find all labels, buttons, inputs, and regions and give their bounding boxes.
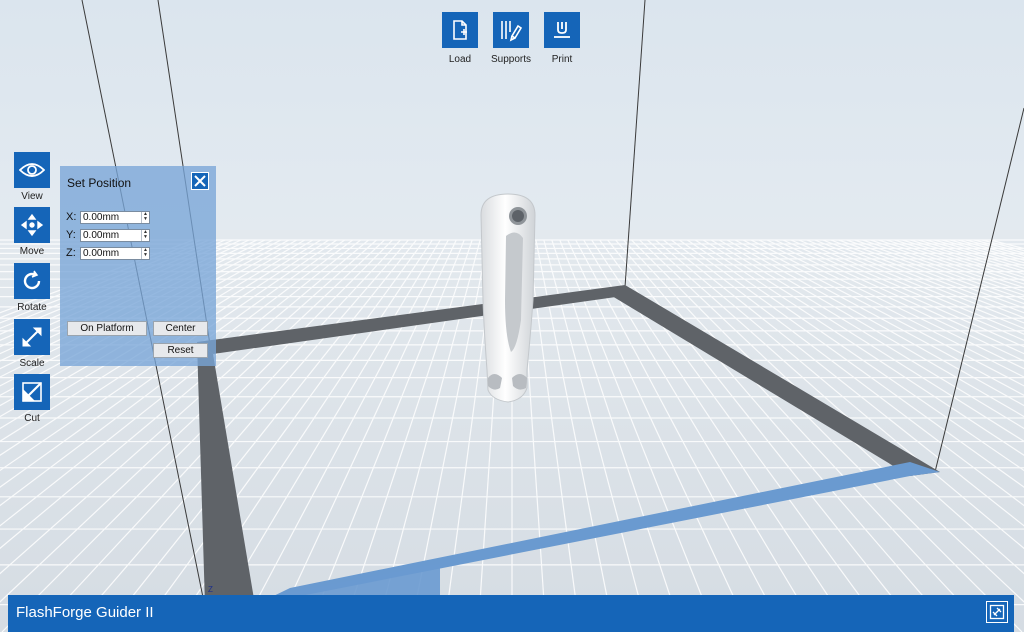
cut-label: Cut	[24, 413, 40, 424]
rotate-button[interactable]: Rotate	[10, 263, 54, 313]
z-position-row: Z: ▲▼	[66, 246, 150, 260]
close-panel-button[interactable]	[191, 172, 209, 190]
app-title: FlashForge Guider II	[16, 604, 154, 621]
x-label: X:	[66, 211, 77, 223]
x-spin-arrows[interactable]: ▲ ▼	[141, 211, 149, 223]
view-button[interactable]: View	[10, 152, 54, 202]
z-position-input[interactable]	[81, 247, 141, 259]
supports-icon	[501, 21, 523, 42]
connect-device-button[interactable]	[986, 601, 1008, 623]
rotate-label: Rotate	[17, 302, 47, 313]
z-axis-label: Z	[208, 585, 213, 594]
z-position-stepper[interactable]: ▲▼	[80, 246, 150, 260]
cut-button[interactable]: Cut	[10, 374, 54, 424]
connect-device-icon	[989, 604, 1005, 620]
scale-button[interactable]: Scale	[10, 319, 54, 369]
move-button[interactable]: Move	[10, 207, 54, 257]
close-icon	[194, 175, 206, 187]
y-label: Y:	[66, 229, 76, 241]
y-spin-arrows[interactable]: ▲ ▼	[141, 229, 149, 241]
load-file-icon	[453, 20, 467, 40]
scale-icon	[22, 327, 42, 347]
z-label: Z:	[66, 247, 76, 259]
view-label: View	[21, 191, 43, 202]
set-position-panel: Set Position X: ▲▼ Y: ▲▼ Z: ▲▼ On Platfo…	[60, 166, 216, 366]
center-button[interactable]: Center	[153, 321, 208, 336]
status-bar: FlashForge Guider II	[8, 595, 1014, 632]
eye-icon	[19, 163, 45, 177]
y-position-row: Y: ▲▼	[66, 228, 150, 242]
rotate-icon	[23, 270, 41, 290]
move-arrows-icon	[20, 213, 44, 237]
reset-button[interactable]: Reset	[153, 343, 208, 358]
y-position-stepper[interactable]: ▲▼	[80, 228, 150, 242]
print-label: Print	[551, 54, 573, 65]
x-position-stepper[interactable]: ▲▼	[80, 210, 150, 224]
move-label: Move	[19, 246, 45, 257]
z-spin-arrows[interactable]: ▲ ▼	[141, 247, 149, 259]
on-platform-button[interactable]: On Platform	[67, 321, 147, 336]
scale-label: Scale	[19, 358, 45, 369]
y-position-input[interactable]	[81, 229, 141, 241]
print-icon	[554, 22, 570, 38]
x-position-input[interactable]	[81, 211, 141, 223]
panel-title: Set Position	[67, 176, 132, 190]
x-position-row: X: ▲▼	[66, 210, 150, 224]
cut-icon	[22, 382, 42, 402]
print-button[interactable]: Print	[532, 12, 592, 65]
model-part[interactable]	[480, 193, 536, 403]
